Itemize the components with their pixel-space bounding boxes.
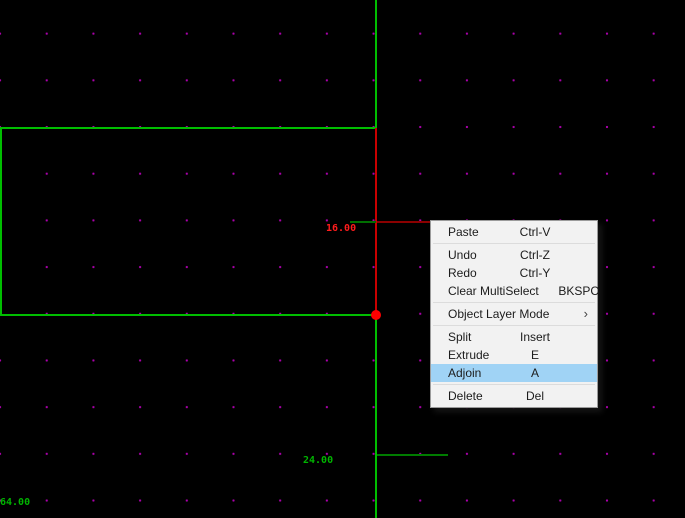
room-left-edge[interactable] [0,127,2,316]
menu-separator [433,384,595,385]
menu-item-redo[interactable]: Redo Ctrl-Y [431,264,597,282]
menu-item-label: Adjoin [448,366,482,380]
menu-item-undo[interactable]: Undo Ctrl-Z [431,246,597,264]
menu-item-label: Clear MultiSelect [448,284,539,298]
menu-item-paste[interactable]: Paste Ctrl-V [431,223,597,241]
menu-item-shortcut: E [530,348,539,362]
menu-separator [433,302,595,303]
menu-item-label: Paste [448,225,479,239]
context-menu: Paste Ctrl-V Undo Ctrl-Z Redo Ctrl-Y Cle… [430,220,599,408]
menu-item-shortcut: Ctrl-V [519,225,551,239]
menu-item-label: Delete [448,389,483,403]
menu-item-clear-multiselect[interactable]: Clear MultiSelect BKSPC [431,282,599,300]
menu-item-shortcut: Del [525,389,544,403]
room-top-edge[interactable] [0,127,377,129]
menu-item-shortcut: BKSPC [558,284,600,298]
menu-item-delete[interactable]: Delete Del [431,387,597,405]
menu-item-shortcut: Ctrl-Z [520,248,550,262]
menu-item-label: Object Layer Mode [448,307,550,321]
wall-vertical-bottom[interactable] [375,316,377,518]
wall-vertical-top[interactable] [375,0,377,128]
room-bottom-edge[interactable] [0,314,377,316]
menu-item-object-layer-mode[interactable]: Object Layer Mode › [431,305,597,323]
editor-canvas[interactable]: 16.00 24.00 64.00 Paste Ctrl-V Undo Ctrl… [0,0,685,518]
menu-item-extrude[interactable]: Extrude E [431,346,597,364]
dimension-label-16: 16.00 [326,223,357,234]
menu-item-shortcut: Ctrl-Y [519,266,551,280]
menu-item-label: Redo [448,266,477,280]
dimension-label-64: 64.00 [0,497,31,508]
menu-separator [433,243,595,244]
dimension-label-24: 24.00 [303,455,334,466]
menu-item-shortcut: Insert [519,330,550,344]
menu-item-label: Extrude [448,348,490,362]
menu-item-label: Split [448,330,472,344]
menu-item-adjoin[interactable]: Adjoin A [431,364,597,382]
dim-24-line [377,454,448,456]
menu-separator [433,325,595,326]
menu-item-shortcut: A [530,366,539,380]
selected-vertex[interactable] [371,310,381,320]
menu-item-label: Undo [448,248,477,262]
menu-item-split[interactable]: Split Insert [431,328,597,346]
submenu-arrow-icon: › [583,306,588,321]
dim-16-line [377,221,430,223]
